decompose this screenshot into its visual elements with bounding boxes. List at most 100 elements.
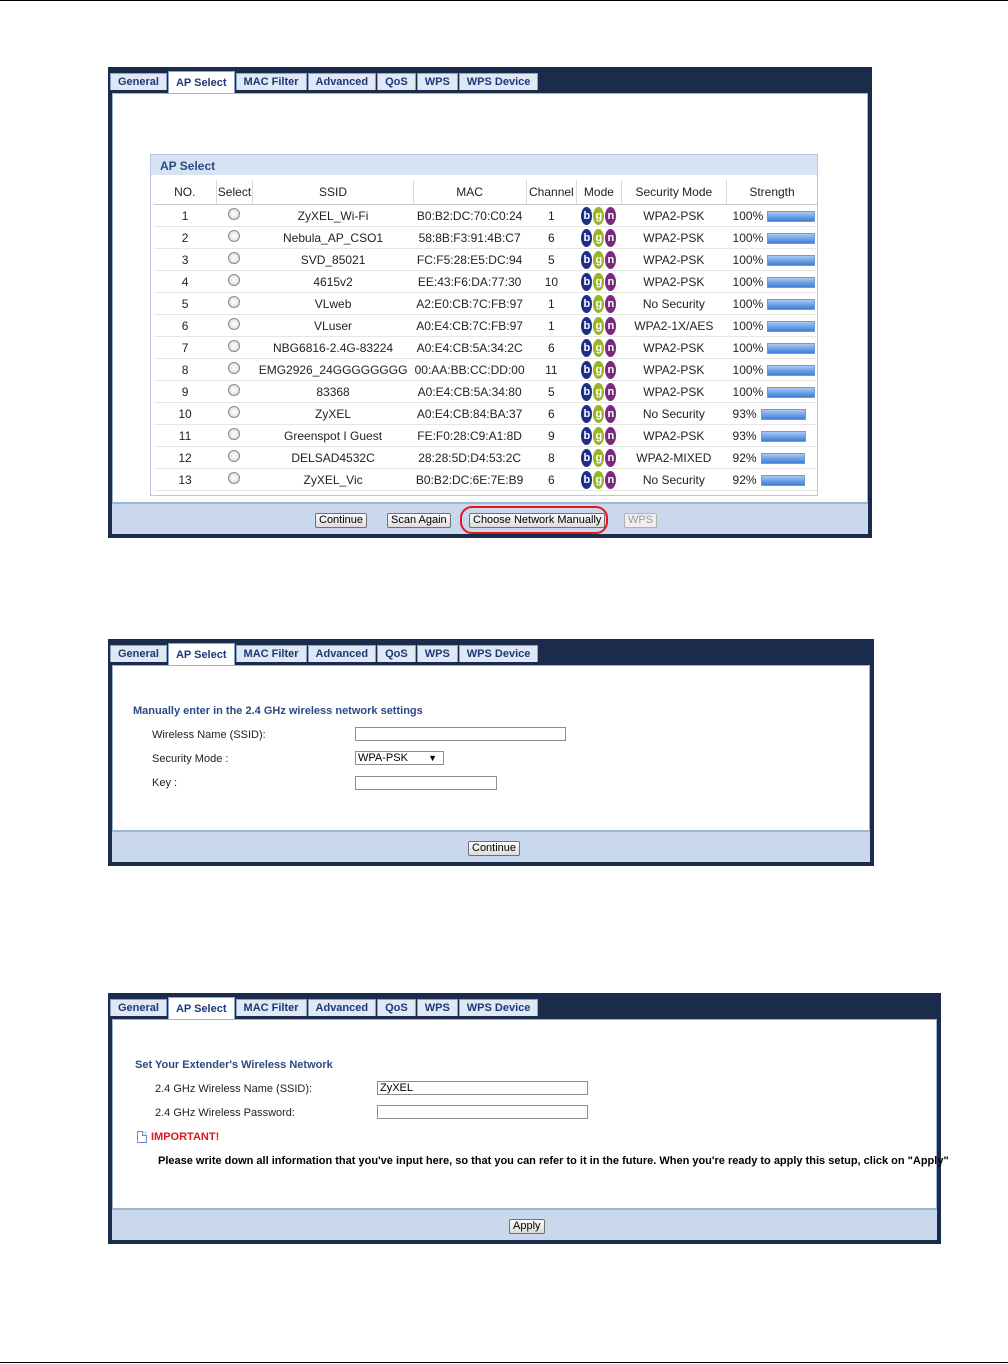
mode-n-icon: n bbox=[605, 206, 617, 225]
row-mode: bgn bbox=[576, 292, 622, 315]
tab-ap-select[interactable]: AP Select bbox=[167, 643, 235, 665]
mode-icons: bgn bbox=[581, 360, 617, 379]
tab-advanced[interactable]: Advanced bbox=[307, 73, 377, 90]
tab-mac-filter[interactable]: MAC Filter bbox=[235, 73, 307, 90]
tab-advanced[interactable]: Advanced bbox=[307, 999, 377, 1016]
tab-ap-select[interactable]: AP Select bbox=[167, 71, 235, 93]
tab-wps-device[interactable]: WPS Device bbox=[458, 645, 539, 662]
tab-wps-device[interactable]: WPS Device bbox=[458, 73, 539, 90]
top-rule bbox=[0, 0, 1008, 1]
row-mode: bgn bbox=[576, 270, 622, 293]
tab-wps[interactable]: WPS bbox=[416, 645, 458, 662]
select-radio[interactable] bbox=[228, 428, 241, 440]
ssid-input[interactable] bbox=[355, 727, 566, 741]
row-select bbox=[216, 446, 253, 469]
table-row[interactable]: 10 ZyXEL A0:E4:CB:84:BA:37 6 b g n No Security 9… bbox=[154, 402, 817, 425]
table-row[interactable]: 13 ZyXEL_Vic B0:B2:DC:6E:7E:B9 6 b g n No Secur… bbox=[154, 468, 817, 491]
row-number: 12 bbox=[154, 446, 217, 469]
row-ssid: ZyXEL bbox=[252, 402, 414, 425]
mode-g-icon: g bbox=[593, 470, 605, 489]
select-radio[interactable] bbox=[228, 362, 241, 374]
tab-general[interactable]: General bbox=[110, 999, 167, 1016]
tab-qos[interactable]: QoS bbox=[377, 645, 416, 662]
row-security-mode: No Security bbox=[621, 402, 727, 425]
extender-network-panel: General AP Select MAC Filter Advanced Qo… bbox=[108, 993, 949, 1244]
strength-bar bbox=[767, 386, 816, 398]
table-row[interactable]: 2 Nebula_AP_CSO1 58:8B:F3:91:4B:C7 6 b g n WPA2… bbox=[154, 226, 817, 249]
select-radio[interactable] bbox=[228, 208, 241, 220]
strength-value: 93% bbox=[732, 428, 757, 443]
select-radio[interactable] bbox=[228, 252, 241, 264]
tab-wps-device[interactable]: WPS Device bbox=[458, 999, 539, 1016]
row-mac: 00:AA:BB:CC:DD:00 bbox=[413, 358, 527, 381]
tab-ap-select[interactable]: AP Select bbox=[167, 997, 235, 1019]
mode-g-icon: g bbox=[593, 404, 605, 423]
mode-g-icon: g bbox=[593, 426, 605, 445]
apply-button[interactable]: Apply bbox=[509, 1219, 545, 1234]
table-row[interactable]: 1 ZyXEL_Wi-Fi B0:B2:DC:70:C0:24 1 b g n WPA2-PS… bbox=[154, 204, 817, 227]
col-no: NO. bbox=[154, 180, 217, 205]
table-row[interactable]: 9 83368 A0:E4:CB:5A:34:80 5 b g n WPA2-PSK 100% bbox=[154, 380, 817, 403]
continue-button[interactable]: Continue bbox=[315, 513, 368, 528]
key-input[interactable] bbox=[355, 776, 497, 790]
table-row[interactable]: 5 VLweb A2:E0:CB:7C:FB:97 1 b g n No Security 10… bbox=[154, 292, 817, 315]
table-row[interactable]: 8 EMG2926_24GGGGGGGG 00:AA:BB:CC:DD:00 11 b g… bbox=[154, 358, 817, 381]
row-ssid: NBG6816-2.4G-83224 bbox=[252, 336, 414, 359]
row-number: 6 bbox=[154, 314, 217, 337]
select-radio[interactable] bbox=[228, 384, 241, 396]
strength-bar bbox=[760, 430, 806, 442]
strength-bar bbox=[767, 276, 816, 288]
select-radio[interactable] bbox=[228, 340, 241, 352]
row-strength: 100% bbox=[726, 292, 817, 315]
select-radio[interactable] bbox=[228, 406, 241, 418]
table-row[interactable]: 11 Greenspot I Guest FE:F0:28:C9:A1:8D 9 b g n… bbox=[154, 424, 817, 447]
section-title: AP Select bbox=[151, 155, 817, 175]
tab-mac-filter[interactable]: MAC Filter bbox=[235, 999, 307, 1016]
mode-b-icon: b bbox=[581, 404, 593, 423]
security-mode-select[interactable]: WPA-PSK ▼ bbox=[355, 751, 444, 765]
tab-general[interactable]: General bbox=[110, 645, 167, 662]
scan-again-button[interactable]: Scan Again bbox=[387, 513, 451, 528]
ssid-input[interactable]: ZyXEL bbox=[377, 1081, 588, 1095]
row-channel: 5 bbox=[526, 380, 577, 403]
table-row[interactable]: 4 4615v2 EE:43:F6:DA:77:30 10 b g n WPA2-PSK 100… bbox=[154, 270, 817, 293]
tab-general[interactable]: General bbox=[110, 73, 167, 90]
choose-network-manually-button[interactable]: Choose Network Manually bbox=[469, 513, 606, 528]
tab-advanced[interactable]: Advanced bbox=[307, 645, 377, 662]
mode-g-icon: g bbox=[593, 250, 605, 269]
select-radio[interactable] bbox=[228, 318, 241, 330]
row-mac: FE:F0:28:C9:A1:8D bbox=[413, 424, 527, 447]
mode-g-icon: g bbox=[593, 382, 605, 401]
password-input[interactable] bbox=[377, 1105, 588, 1119]
select-radio[interactable] bbox=[228, 472, 241, 484]
select-radio[interactable] bbox=[228, 230, 241, 242]
mode-n-icon: n bbox=[605, 250, 617, 269]
select-radio[interactable] bbox=[228, 274, 241, 286]
row-channel: 9 bbox=[526, 424, 577, 447]
continue-button[interactable]: Continue bbox=[468, 841, 521, 856]
tab-wps[interactable]: WPS bbox=[416, 999, 458, 1016]
mode-b-icon: b bbox=[581, 250, 593, 269]
mode-n-icon: n bbox=[605, 448, 617, 467]
mode-icons: bgn bbox=[581, 470, 617, 489]
row-mode: bgn bbox=[576, 314, 622, 337]
tab-wps[interactable]: WPS bbox=[416, 73, 458, 90]
tab-mac-filter[interactable]: MAC Filter bbox=[235, 645, 307, 662]
table-row[interactable]: 6 VLuser A0:E4:CB:7C:FB:97 1 b g n WPA2-1X/AES 1… bbox=[154, 314, 817, 337]
mode-n-icon: n bbox=[605, 382, 617, 401]
table-row[interactable]: 7 NBG6816-2.4G-83224 A0:E4:CB:5A:34:2C 6 b g n… bbox=[154, 336, 817, 359]
mode-g-icon: g bbox=[593, 272, 605, 291]
row-ssid: VLweb bbox=[252, 292, 414, 315]
row-security-mode: No Security bbox=[621, 292, 727, 315]
table-row[interactable]: 3 SVD_85021 FC:F5:28:E5:DC:94 5 b g n WPA2-PSK 1… bbox=[154, 248, 817, 271]
tab-qos[interactable]: QoS bbox=[377, 999, 416, 1016]
select-radio[interactable] bbox=[228, 296, 241, 308]
row-mode: bgn bbox=[576, 402, 622, 425]
tab-qos[interactable]: QoS bbox=[377, 73, 416, 90]
ap-select-body: AP Select NO. Select SSID MAC Channel Mo… bbox=[112, 93, 868, 503]
wps-button[interactable]: WPS bbox=[624, 513, 658, 528]
table-row[interactable]: 12 DELSAD4532C 28:28:5D:D4:53:2C 8 b g n WPA2-M… bbox=[154, 446, 817, 469]
row-select bbox=[216, 468, 253, 491]
row-select bbox=[216, 226, 253, 249]
select-radio[interactable] bbox=[228, 450, 241, 462]
